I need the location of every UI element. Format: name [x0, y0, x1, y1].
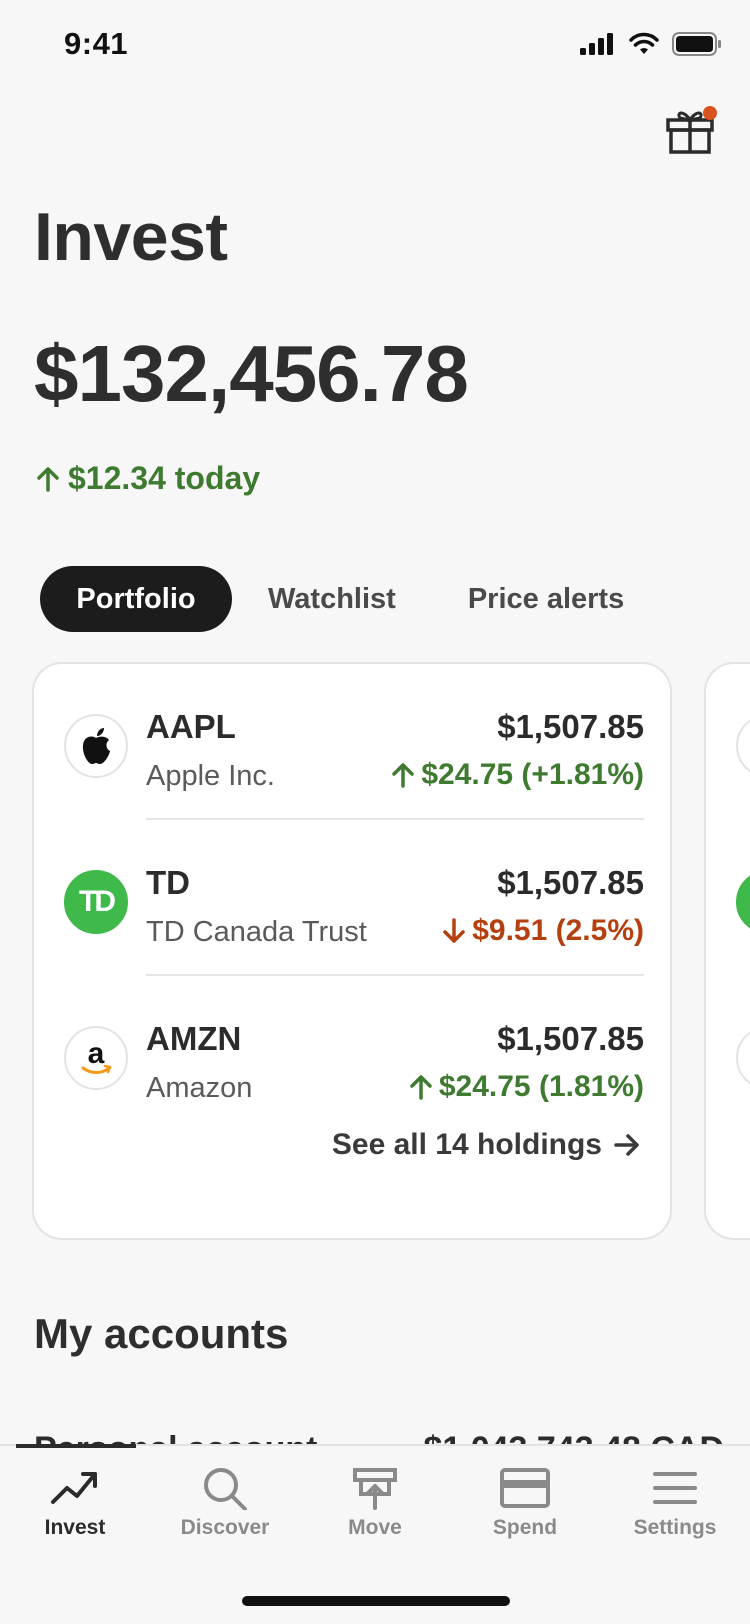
holding-row-amzn[interactable]: a AMZN Amazon $1,507.85 $24.75 (1.81%)	[34, 976, 674, 1132]
nav-settings[interactable]: Settings	[600, 1466, 750, 1540]
holding-company: Amazon	[146, 1072, 253, 1104]
holding-ticker: TD	[146, 864, 190, 901]
see-all-label: See all 14 holdings	[331, 1128, 602, 1161]
nav-label: Move	[348, 1516, 402, 1539]
amazon-icon: a	[64, 1026, 128, 1090]
signal-icon	[580, 33, 613, 55]
nav-label: Invest	[44, 1516, 106, 1539]
holding-row-td[interactable]: TD TD TD Canada Trust $1,507.85 $9.51 (2…	[34, 820, 674, 976]
apple-icon	[64, 714, 128, 778]
tab-portfolio[interactable]: Portfolio	[40, 566, 232, 632]
today-change: $12.34 today	[36, 460, 260, 497]
holding-change-value: $24.75 (1.81%)	[438, 1070, 644, 1103]
td-logo: TD	[64, 870, 128, 934]
portfolio-balance: $132,456.78	[34, 329, 469, 418]
nav-label: Settings	[633, 1516, 717, 1539]
holding-change-value: $9.51 (2.5%)	[472, 914, 644, 947]
status-time: 9:41	[64, 26, 129, 61]
holding-company: TD Canada Trust	[146, 916, 367, 948]
page-title: Invest	[34, 199, 228, 275]
nav-invest[interactable]: Invest	[0, 1466, 150, 1540]
arrow-up-icon	[392, 763, 415, 788]
holding-change: $24.75 (1.81%)	[409, 1070, 644, 1104]
holding-row-aapl[interactable]: AAPL Apple Inc. $1,507.85 $24.75 (+1.81%…	[34, 664, 674, 820]
nav-move[interactable]: Move	[300, 1466, 450, 1540]
arrow-up-icon	[37, 466, 59, 492]
nav-discover[interactable]: Discover	[150, 1466, 300, 1540]
peek-logo	[736, 714, 750, 778]
accounts-section-title: My accounts	[34, 1310, 289, 1357]
svg-text:a: a	[88, 1037, 105, 1070]
peek-logo	[736, 870, 750, 934]
battery-icon	[672, 32, 721, 56]
tab-price-alerts[interactable]: Price alerts	[432, 566, 660, 632]
trend-icon	[51, 1472, 97, 1504]
holding-change-value: $24.75 (+1.81%)	[421, 758, 644, 791]
wifi-icon	[629, 32, 659, 54]
gift-button[interactable]	[664, 104, 720, 156]
home-indicator	[242, 1596, 510, 1606]
tab-watchlist[interactable]: Watchlist	[232, 566, 432, 632]
holdings-card: AAPL Apple Inc. $1,507.85 $24.75 (+1.81%…	[32, 662, 672, 1240]
nav-label: Discover	[180, 1516, 270, 1539]
nav-label: Spend	[492, 1516, 558, 1539]
next-card-peek[interactable]	[704, 662, 750, 1240]
arrow-up-icon	[410, 1075, 432, 1100]
holding-price: $1,507.85	[497, 1020, 644, 1057]
gift-icon	[666, 106, 717, 154]
notification-dot	[703, 106, 717, 120]
holding-change: $24.75 (+1.81%)	[391, 758, 644, 792]
status-bar: 9:41	[0, 0, 750, 92]
peek-logo	[736, 1026, 750, 1090]
portfolio-tabs: Portfolio Watchlist Price alerts	[40, 566, 660, 632]
holding-price: $1,507.85	[497, 864, 644, 901]
nav-spend[interactable]: Spend	[450, 1466, 600, 1540]
holding-ticker: AAPL	[146, 708, 236, 745]
menu-icon	[653, 1472, 697, 1504]
holding-change: $9.51 (2.5%)	[442, 914, 644, 948]
active-tab-indicator	[16, 1444, 136, 1448]
arrow-right-icon	[614, 1134, 639, 1156]
holding-ticker: AMZN	[146, 1020, 242, 1057]
see-all-holdings-link[interactable]: See all 14 holdings	[332, 1128, 640, 1162]
search-icon	[204, 1468, 247, 1510]
holding-company: Apple Inc.	[146, 760, 275, 792]
status-icons	[580, 32, 722, 56]
card-icon	[500, 1468, 550, 1508]
today-change-label: $12.34 today	[68, 460, 261, 496]
holding-price: $1,507.85	[497, 708, 644, 745]
move-icon	[353, 1468, 397, 1510]
arrow-down-icon	[443, 918, 465, 943]
